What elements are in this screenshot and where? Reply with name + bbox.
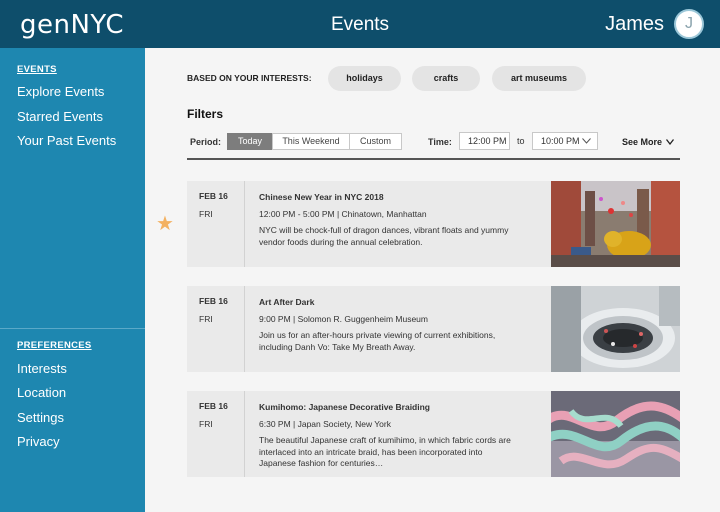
- time-to-label: to: [517, 136, 525, 146]
- sidebar-item-starred-events[interactable]: Starred Events: [17, 109, 103, 124]
- event-meta: 6:30 PM | Japan Society, New York: [259, 419, 391, 429]
- event-card[interactable]: FEB 16 FRI Kumihomo: Japanese Decorative…: [187, 391, 680, 477]
- sidebar-item-explore-events[interactable]: Explore Events: [17, 84, 104, 99]
- sidebar-divider: [0, 328, 145, 329]
- event-description: Join us for an after-hours private viewi…: [259, 330, 496, 352]
- period-label: Period:: [190, 137, 222, 147]
- event-title[interactable]: Chinese New Year in NYC 2018: [259, 192, 384, 202]
- avatar[interactable]: J: [674, 9, 704, 39]
- event-day: FRI: [199, 314, 213, 324]
- event-title[interactable]: Kumihomo: Japanese Decorative Braiding: [259, 402, 430, 412]
- filters-title: Filters: [187, 107, 224, 121]
- time-label: Time:: [428, 137, 452, 147]
- event-meta: 9:00 PM | Solomon R. Guggenheim Museum: [259, 314, 428, 324]
- period-option-today[interactable]: Today: [227, 133, 273, 150]
- star-icon[interactable]: ★: [156, 211, 174, 236]
- event-date: FEB 16: [199, 401, 228, 411]
- see-more-button[interactable]: See More: [622, 137, 674, 147]
- interest-chip-crafts[interactable]: crafts: [412, 66, 480, 91]
- event-description: NYC will be chock-full of dragon dances,…: [259, 225, 509, 247]
- event-day: FRI: [199, 419, 213, 429]
- see-more-label: See More: [622, 137, 663, 147]
- card-divider: [244, 181, 245, 267]
- main-content: BASED ON YOUR INTERESTS: holidays crafts…: [145, 48, 720, 512]
- sidebar-item-past-events[interactable]: Your Past Events: [17, 133, 116, 148]
- event-description: The beautiful Japanese craft of kumihimo…: [259, 435, 511, 468]
- event-card[interactable]: FEB 16 FRI Chinese New Year in NYC 2018 …: [187, 181, 680, 267]
- event-image[interactable]: [551, 286, 680, 372]
- event-image[interactable]: [551, 391, 680, 477]
- time-to-value: 10:00 PM: [541, 136, 580, 146]
- period-option-custom[interactable]: Custom: [349, 133, 402, 150]
- event-card[interactable]: FEB 16 FRI Art After Dark 9:00 PM | Solo…: [187, 286, 680, 372]
- event-meta: 12:00 PM - 5:00 PM | Chinatown, Manhatta…: [259, 209, 427, 219]
- event-title[interactable]: Art After Dark: [259, 297, 314, 307]
- card-divider: [244, 391, 245, 477]
- time-to-select[interactable]: 10:00 PM: [532, 132, 598, 150]
- sidebar: EVENTS Explore Events Starred Events You…: [0, 48, 145, 512]
- chevron-down-icon: [582, 138, 591, 144]
- sidebar-item-privacy[interactable]: Privacy: [17, 434, 60, 449]
- event-date: FEB 16: [199, 296, 228, 306]
- sidebar-item-location[interactable]: Location: [17, 385, 66, 400]
- card-divider: [244, 286, 245, 372]
- chevron-down-icon: [665, 139, 674, 146]
- interest-chip-art-museums[interactable]: art museums: [492, 66, 586, 91]
- event-day: FRI: [199, 209, 213, 219]
- event-date: FEB 16: [199, 191, 228, 201]
- time-from-field[interactable]: 12:00 PM: [459, 132, 510, 150]
- user-name[interactable]: James: [605, 13, 664, 36]
- sidebar-item-settings[interactable]: Settings: [17, 410, 64, 425]
- event-image[interactable]: [551, 181, 680, 267]
- sidebar-heading-events[interactable]: EVENTS: [17, 64, 57, 75]
- sidebar-heading-preferences[interactable]: PREFERENCES: [17, 340, 92, 351]
- interests-label: BASED ON YOUR INTERESTS:: [187, 73, 312, 83]
- interest-chip-holidays[interactable]: holidays: [328, 66, 401, 91]
- filters-divider: [187, 158, 680, 160]
- app-header: genNYC Events James J: [0, 0, 720, 48]
- sidebar-item-interests[interactable]: Interests: [17, 361, 67, 376]
- period-option-this-weekend[interactable]: This Weekend: [272, 133, 350, 150]
